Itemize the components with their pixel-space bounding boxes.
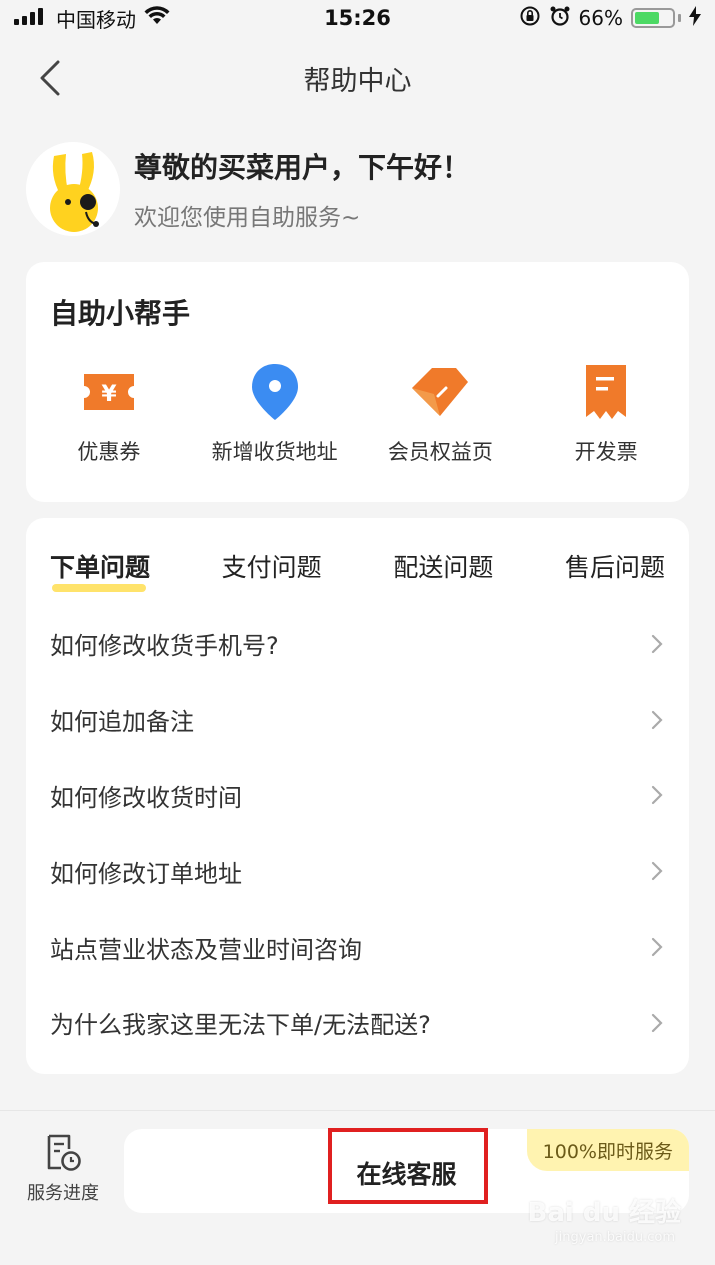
helper-item-label: 优惠券 xyxy=(77,440,141,464)
svg-text:¥: ¥ xyxy=(101,382,117,407)
tab-order-issues[interactable]: 下单问题 xyxy=(50,548,150,592)
mascot-icon xyxy=(26,142,120,236)
greeting-section: 尊敬的买菜用户，下午好！ 欢迎您使用自助服务~ xyxy=(26,142,470,236)
tab-delivery-issues[interactable]: 配送问题 xyxy=(393,548,493,588)
back-button[interactable] xyxy=(30,56,70,100)
chevron-right-icon xyxy=(651,862,663,881)
avatar xyxy=(26,142,120,236)
tab-after-sales-issues[interactable]: 售后问题 xyxy=(565,548,665,588)
coupon-icon: ¥ xyxy=(83,374,134,410)
faq-item[interactable]: 站点营业状态及营业时间咨询 xyxy=(26,909,689,985)
helper-item-invoice[interactable]: 开发票 xyxy=(523,362,689,466)
self-help-card: 自助小帮手 ¥ 优惠券 新增收货地址 会员权益页 开发票 xyxy=(26,262,689,502)
helper-item-label: 新增收货地址 xyxy=(211,440,338,464)
baidu-watermark-url: jingyan.baidu.com xyxy=(555,1230,675,1245)
location-pin-icon xyxy=(251,364,298,420)
instant-service-badge: 100%即时服务 xyxy=(526,1129,689,1171)
faq-card: 下单问题 支付问题 配送问题 售后问题 如何修改收货手机号? 如何追加备注 如何… xyxy=(26,518,689,1074)
battery-icon xyxy=(631,8,681,28)
chevron-right-icon xyxy=(651,634,663,653)
faq-item[interactable]: 如何修改订单地址 xyxy=(26,833,689,909)
chevron-right-icon xyxy=(651,710,663,729)
self-help-title: 自助小帮手 xyxy=(50,297,191,330)
service-progress-button[interactable]: 服务进度 xyxy=(18,1133,108,1205)
baidu-watermark: Bai du 经验 xyxy=(527,1198,682,1228)
orientation-lock-icon xyxy=(519,5,541,32)
faq-list: 如何修改收货手机号? 如何追加备注 如何修改收货时间 如何修改订单地址 站点营业… xyxy=(26,606,689,1061)
battery-percent: 66% xyxy=(578,6,623,30)
alarm-icon xyxy=(549,5,571,32)
faq-item[interactable]: 为什么我家这里无法下单/无法配送? xyxy=(26,985,689,1061)
faq-item[interactable]: 如何修改收货手机号? xyxy=(26,606,689,682)
greeting-title: 尊敬的买菜用户，下午好！ xyxy=(134,151,471,184)
tag-icon xyxy=(412,368,469,416)
carrier-name: 中国移动 xyxy=(56,7,136,32)
helper-item-membership[interactable]: 会员权益页 xyxy=(358,362,524,466)
document-clock-icon xyxy=(47,1134,81,1171)
faq-item[interactable]: 如何追加备注 xyxy=(26,682,689,758)
chevron-right-icon xyxy=(651,786,663,805)
page-title: 帮助中心 xyxy=(303,65,412,97)
tab-payment-issues[interactable]: 支付问题 xyxy=(222,548,322,588)
wifi-icon xyxy=(144,5,170,31)
signal-icon xyxy=(14,6,48,30)
chevron-left-icon xyxy=(40,60,60,96)
receipt-icon xyxy=(586,365,627,419)
helper-item-label: 开发票 xyxy=(574,440,638,464)
active-tab-indicator xyxy=(52,584,147,592)
highlight-annotation-box xyxy=(328,1128,488,1204)
greeting-subtitle: 欢迎您使用自助服务~ xyxy=(134,205,361,231)
faq-tabs: 下单问题 支付问题 配送问题 售后问题 xyxy=(50,548,665,604)
helper-item-add-address[interactable]: 新增收货地址 xyxy=(192,362,358,466)
helper-item-label: 会员权益页 xyxy=(387,440,493,464)
helper-item-coupon[interactable]: ¥ 优惠券 xyxy=(26,362,192,466)
chevron-right-icon xyxy=(651,937,663,957)
service-progress-label: 服务进度 xyxy=(27,1183,99,1204)
nav-bar: 帮助中心 xyxy=(0,36,715,120)
chevron-right-icon xyxy=(651,1013,663,1032)
charging-icon xyxy=(689,5,701,31)
faq-item[interactable]: 如何修改收货时间 xyxy=(26,758,689,834)
status-bar: 中国移动 15:26 66% xyxy=(0,0,715,36)
